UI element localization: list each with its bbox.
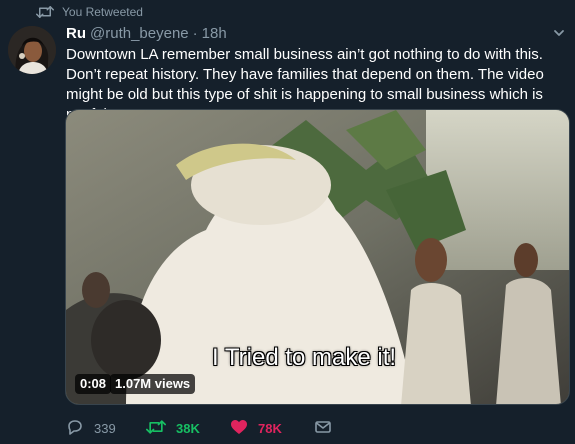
retweet-icon [146,419,166,438]
reply-icon [66,418,84,439]
retweet-context: You Retweeted [36,4,143,20]
avatar[interactable] [8,26,56,74]
tweet-header: Ru @ruth_beyene · 18h [66,24,566,42]
retweet-count: 38K [176,420,200,436]
tweet-timestamp[interactable]: 18h [202,25,227,42]
reply-button[interactable]: 339 [66,418,146,439]
direct-message-button[interactable] [314,419,344,438]
video-view-count: 1.07M views [110,374,196,394]
chevron-down-icon[interactable] [552,26,566,44]
retweet-context-label: You Retweeted [62,5,143,19]
video-duration: 0:08 [75,374,112,394]
video-subtitle: I Tried to make it! [212,344,397,371]
envelope-icon [314,419,332,438]
reply-count: 339 [94,420,116,436]
retweet-icon [36,5,54,19]
header-separator: · [192,24,198,42]
display-name[interactable]: Ru [66,25,86,42]
user-handle[interactable]: @ruth_beyene [90,25,189,42]
like-count: 78K [258,420,282,436]
like-button[interactable]: 78K [230,419,314,438]
tweet-actions: 339 38K 78K [66,417,344,439]
retweet-button[interactable]: 38K [146,419,230,438]
heart-icon [230,419,248,438]
